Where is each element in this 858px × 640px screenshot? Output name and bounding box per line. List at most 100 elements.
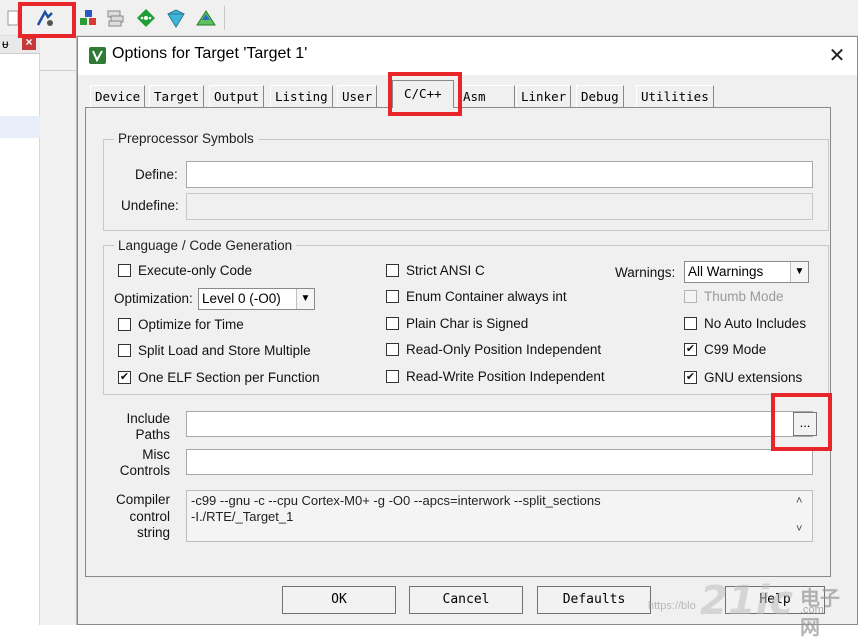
misc-label-2: Controls bbox=[119, 463, 170, 478]
tab-target[interactable]: Target bbox=[149, 85, 205, 107]
warnings-select[interactable]: All Warnings ▼ bbox=[684, 261, 809, 283]
tab-output[interactable]: Output bbox=[209, 85, 265, 107]
cancel-button[interactable]: Cancel bbox=[409, 586, 523, 614]
diamond-icon[interactable] bbox=[195, 7, 217, 29]
optimization-label: Optimization: bbox=[114, 291, 193, 306]
warnings-value: All Warnings bbox=[688, 264, 764, 279]
tab-asm[interactable]: Asm bbox=[458, 85, 515, 107]
tab-debug[interactable]: Debug bbox=[576, 85, 624, 107]
dialog-title: Options for Target 'Target 1' bbox=[112, 45, 308, 62]
pin-icon[interactable]: ᵾ bbox=[2, 37, 9, 51]
ro-position-checkbox[interactable]: Read-Only Position Independent bbox=[386, 342, 601, 357]
highlight-box-toolbar bbox=[18, 2, 76, 38]
chevron-up-icon[interactable]: ˄ bbox=[796, 495, 802, 507]
strict-ansi-label: Strict ANSI C bbox=[406, 263, 485, 278]
compiler-line-2: -I./RTE/_Target_1 bbox=[191, 509, 294, 524]
tab-linker[interactable]: Linker bbox=[516, 85, 572, 107]
strict-ansi-box[interactable] bbox=[386, 264, 399, 277]
include-paths-field[interactable] bbox=[186, 411, 813, 437]
chevron-down-icon[interactable]: ▼ bbox=[790, 262, 808, 282]
close-button[interactable]: ✕ bbox=[822, 44, 852, 70]
optimization-select[interactable]: Level 0 (-O0) ▼ bbox=[198, 288, 315, 310]
execute-only-box[interactable] bbox=[118, 264, 131, 277]
enum-container-checkbox[interactable]: Enum Container always int bbox=[386, 289, 567, 304]
gnu-extensions-box[interactable]: ✔ bbox=[684, 371, 697, 384]
enum-container-box[interactable] bbox=[386, 290, 399, 303]
pack-installer-icon[interactable] bbox=[135, 7, 157, 29]
editor-gutter bbox=[40, 36, 77, 625]
optimize-time-box[interactable] bbox=[118, 318, 131, 331]
multi-project-icon[interactable] bbox=[165, 7, 187, 29]
one-elf-label: One ELF Section per Function bbox=[138, 370, 320, 385]
c99-mode-box[interactable]: ✔ bbox=[684, 343, 697, 356]
plain-char-checkbox[interactable]: Plain Char is Signed bbox=[386, 316, 528, 331]
chevron-down-icon[interactable]: ▼ bbox=[296, 289, 314, 309]
define-label: Define: bbox=[135, 167, 178, 182]
thumb-mode-label: Thumb Mode bbox=[704, 289, 784, 304]
split-load-checkbox[interactable]: Split Load and Store Multiple bbox=[118, 343, 311, 358]
keil-app-icon bbox=[89, 47, 106, 64]
include-label-1: Include bbox=[126, 411, 170, 426]
optimize-time-label: Optimize for Time bbox=[138, 317, 244, 332]
include-label-2: Paths bbox=[135, 427, 170, 442]
optimization-value: Level 0 (-O0) bbox=[202, 291, 281, 306]
ide-toolbar bbox=[0, 0, 858, 36]
optimize-time-checkbox[interactable]: Optimize for Time bbox=[118, 317, 244, 332]
enum-container-label: Enum Container always int bbox=[406, 289, 567, 304]
gnu-extensions-checkbox[interactable]: ✔ GNU extensions bbox=[684, 370, 802, 385]
tab-c-cpp[interactable]: C/C++ bbox=[392, 80, 454, 108]
ro-position-box[interactable] bbox=[386, 343, 399, 356]
ro-position-label: Read-Only Position Independent bbox=[406, 342, 602, 357]
divider bbox=[40, 70, 77, 71]
misc-controls-field[interactable] bbox=[186, 449, 813, 475]
thumb-mode-checkbox[interactable]: Thumb Mode bbox=[684, 289, 784, 304]
strict-ansi-checkbox[interactable]: Strict ANSI C bbox=[386, 263, 485, 278]
preprocessor-group-title: Preprocessor Symbols bbox=[114, 131, 258, 146]
compiler-control-string[interactable]: -c99 --gnu -c --cpu Cortex-M0+ -g -O0 --… bbox=[186, 490, 813, 542]
execute-only-label: Execute-only Code bbox=[138, 263, 253, 278]
tab-user[interactable]: User bbox=[337, 85, 378, 107]
plain-char-label: Plain Char is Signed bbox=[406, 316, 529, 331]
no-auto-includes-checkbox[interactable]: No Auto Includes bbox=[684, 316, 806, 331]
chevron-down-icon[interactable]: ˅ bbox=[796, 523, 802, 535]
thumb-mode-box[interactable] bbox=[684, 290, 697, 303]
one-elf-box[interactable]: ✔ bbox=[118, 371, 131, 384]
compiler-scrollbar[interactable]: ˄ ˅ bbox=[792, 491, 812, 541]
tab-listing[interactable]: Listing bbox=[270, 85, 333, 107]
one-elf-checkbox[interactable]: ✔ One ELF Section per Function bbox=[118, 370, 320, 385]
defaults-button[interactable]: Defaults bbox=[537, 586, 651, 614]
language-group-title: Language / Code Generation bbox=[114, 238, 297, 253]
split-load-label: Split Load and Store Multiple bbox=[138, 343, 311, 358]
rw-position-label: Read-Write Position Independent bbox=[406, 369, 605, 384]
watermark-url: https://blo bbox=[648, 600, 696, 612]
highlight-box-browse bbox=[771, 393, 832, 451]
compiler-label-2: control bbox=[129, 509, 170, 524]
tab-device[interactable]: Device bbox=[90, 85, 146, 107]
no-auto-includes-box[interactable] bbox=[684, 317, 697, 330]
define-field[interactable] bbox=[186, 161, 813, 188]
tab-utilities[interactable]: Utilities bbox=[636, 85, 714, 107]
watermark-logo: 21ic bbox=[700, 578, 794, 624]
component-icon[interactable] bbox=[77, 7, 99, 29]
c99-mode-checkbox[interactable]: ✔ C99 Mode bbox=[684, 342, 766, 357]
undefine-field[interactable] bbox=[186, 193, 813, 220]
ok-button[interactable]: OK bbox=[282, 586, 396, 614]
undefine-label: Undefine: bbox=[121, 198, 179, 213]
c99-mode-label: C99 Mode bbox=[704, 342, 767, 357]
rw-position-box[interactable] bbox=[386, 370, 399, 383]
execute-only-checkbox[interactable]: Execute-only Code bbox=[118, 263, 252, 278]
split-load-box[interactable] bbox=[118, 344, 131, 357]
rw-position-checkbox[interactable]: Read-Write Position Independent bbox=[386, 369, 605, 384]
plain-char-box[interactable] bbox=[386, 317, 399, 330]
no-auto-includes-label: No Auto Includes bbox=[704, 316, 807, 331]
compiler-label-3: string bbox=[136, 525, 170, 540]
panel-close-icon[interactable]: × bbox=[22, 36, 36, 50]
compiler-label-1: Compiler bbox=[115, 492, 170, 507]
warnings-label: Warnings: bbox=[615, 265, 676, 280]
gnu-extensions-label: GNU extensions bbox=[704, 370, 803, 385]
watermark-com: .com bbox=[800, 604, 824, 616]
layers-icon[interactable] bbox=[105, 7, 127, 29]
misc-label-1: Misc bbox=[142, 447, 170, 462]
project-panel-header: ᵾ × bbox=[0, 36, 40, 54]
project-selection-row[interactable] bbox=[0, 116, 40, 138]
